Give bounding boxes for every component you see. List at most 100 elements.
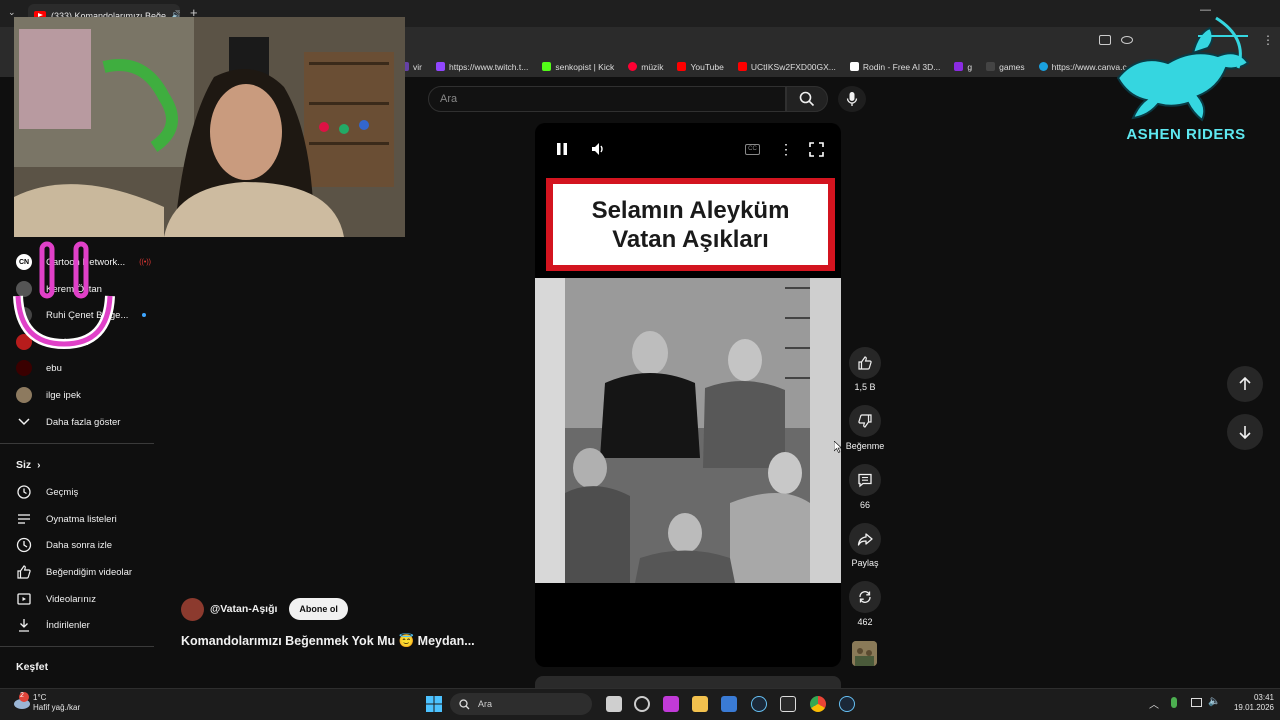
sidebar-divider xyxy=(0,443,154,444)
sidebar-item-your-videos[interactable]: Videolarınız xyxy=(16,587,156,611)
video-frame-photo xyxy=(535,278,841,583)
rodin-icon xyxy=(849,62,859,71)
bookmark-item[interactable]: games xyxy=(986,62,1025,72)
kick-icon xyxy=(542,62,552,71)
twitch-icon xyxy=(435,62,445,71)
network-icon[interactable] xyxy=(1191,698,1202,707)
microphone-tray-icon[interactable] xyxy=(1171,697,1177,708)
weather-desc: Hafif yağ./kar xyxy=(33,703,81,712)
weather-text: 1°C Hafif yağ./kar xyxy=(33,693,80,713)
twitch-app-icon[interactable] xyxy=(663,696,679,712)
voice-search-button[interactable] xyxy=(838,86,866,112)
sidebar-item-history[interactable]: Geçmiş xyxy=(16,480,156,504)
windows-icon xyxy=(426,696,442,712)
taskbar-search[interactable]: Ara xyxy=(450,693,592,715)
canva-icon xyxy=(1038,62,1048,71)
thumbs-down-icon xyxy=(858,414,872,428)
clock-time: 03:41 xyxy=(1253,693,1274,702)
comment-icon xyxy=(858,473,872,488)
sidebar-item-liked-videos[interactable]: Beğendiğim videolar xyxy=(16,560,156,584)
show-more-button[interactable]: Daha fazla göster xyxy=(16,410,156,434)
thumbs-up-icon xyxy=(858,356,872,370)
sidebar-item-label: Daha sonra izle xyxy=(46,539,113,551)
tray-chevron-icon[interactable]: ︿ xyxy=(1149,696,1159,711)
taskbar-clock[interactable]: 03:41 19.01.2026 xyxy=(1222,693,1274,713)
store-icon[interactable] xyxy=(721,696,737,712)
next-short-button[interactable] xyxy=(1227,414,1263,450)
sidebar-item-subscription[interactable]: ebu xyxy=(16,356,156,380)
you-section-heading[interactable]: Siz › xyxy=(16,459,41,471)
bookmark-label: müzik xyxy=(641,61,664,72)
sidebar-item-watch-later[interactable]: Daha sonra izle xyxy=(16,533,156,557)
title-card-line-2: Vatan Aşıkları xyxy=(612,225,769,253)
weather-widget[interactable]: 2 xyxy=(12,692,32,712)
remix-icon xyxy=(859,591,871,603)
chevron-down-icon xyxy=(16,414,32,430)
sidebar-item-label: ebu xyxy=(46,362,62,374)
pause-button[interactable] xyxy=(554,141,570,157)
microphone-icon xyxy=(846,92,858,106)
bookmark-label: games xyxy=(999,61,1025,72)
bookmark-item[interactable]: Rodin - Free AI 3D... xyxy=(849,62,940,72)
arrow-down-icon xyxy=(1239,426,1251,439)
channel-avatar[interactable] xyxy=(181,597,204,621)
next-short-preview[interactable] xyxy=(535,676,841,688)
arrow-up-icon xyxy=(1239,377,1251,390)
comments-button[interactable] xyxy=(849,464,881,496)
bookmark-item[interactable]: senkopist | Kick xyxy=(542,62,614,72)
pause-icon xyxy=(557,143,567,155)
search-input[interactable]: Ara xyxy=(428,86,786,112)
remix-button[interactable] xyxy=(849,581,881,613)
fullscreen-button[interactable] xyxy=(809,142,824,162)
copilot-icon[interactable] xyxy=(634,696,650,712)
you-heading-label: Siz xyxy=(16,459,32,471)
steam-icon[interactable] xyxy=(751,696,767,712)
share-button[interactable] xyxy=(849,523,881,555)
k-icon xyxy=(954,62,964,71)
start-button[interactable] xyxy=(426,696,442,712)
share-label: Paylaş xyxy=(851,558,879,568)
bookmark-item[interactable]: YouTube xyxy=(677,62,724,72)
channel-handle[interactable]: @Vatan-Aşığı xyxy=(210,603,277,615)
subscribe-button[interactable]: Abone ol xyxy=(289,598,348,620)
bookmark-item[interactable]: müzik xyxy=(628,62,663,72)
live-indicator-icon: ((•)) xyxy=(139,258,151,266)
taskbar-search-placeholder: Ara xyxy=(478,699,493,709)
clock-date: 19.01.2026 xyxy=(1233,703,1274,712)
steam-icon-secondary[interactable] xyxy=(839,696,855,712)
bookmark-item[interactable]: g xyxy=(954,62,972,72)
show-more-label: Daha fazla göster xyxy=(46,416,121,428)
new-content-dot xyxy=(142,313,147,317)
task-view-icon[interactable] xyxy=(606,696,622,712)
bookmark-label: g xyxy=(967,61,973,72)
short-title[interactable]: Komandolarımızı Beğenmek Yok Mu 😇 Meydan… xyxy=(181,634,475,649)
more-options-button[interactable]: ⋮ xyxy=(779,141,793,158)
sidebar-item-label: Oynatma listeleri xyxy=(46,513,117,525)
chrome-icon[interactable] xyxy=(810,696,826,712)
channel-avatar xyxy=(16,387,32,403)
streamer-webcam xyxy=(14,17,405,237)
sidebar-item-subscription[interactable]: ilge ipek xyxy=(16,383,156,407)
bookmark-item[interactable]: UCtIKSw2FXD00GX... xyxy=(737,62,836,72)
weather-temp: 1°C xyxy=(33,693,47,702)
previous-short-button[interactable] xyxy=(1227,366,1263,402)
search-button[interactable] xyxy=(786,86,828,112)
sidebar-item-downloads[interactable]: İndirilenler xyxy=(16,613,156,637)
epic-games-icon[interactable] xyxy=(780,696,796,712)
channel-row: @Vatan-Aşığı Abone ol xyxy=(181,597,348,621)
title-card: Selamın Aleyküm Vatan Aşıkları xyxy=(553,184,828,265)
captions-button[interactable]: CC xyxy=(745,144,760,155)
fullscreen-icon xyxy=(809,142,824,157)
like-button[interactable] xyxy=(849,347,881,379)
sidebar-item-playlists[interactable]: Oynatma listeleri xyxy=(16,507,156,531)
bookmark-item[interactable]: https://www.twitch.t... xyxy=(435,62,528,72)
video-icon xyxy=(16,591,32,607)
sound-thumbnail[interactable] xyxy=(852,641,877,666)
download-icon xyxy=(16,617,32,633)
logo-text: ASHEN RIDERS xyxy=(1126,126,1246,143)
volume-button[interactable] xyxy=(590,141,606,157)
dislike-button[interactable] xyxy=(849,405,881,437)
file-explorer-icon[interactable] xyxy=(692,696,708,712)
youtube-icon xyxy=(677,62,687,71)
speaker-icon[interactable]: 🔈 xyxy=(1208,696,1220,707)
